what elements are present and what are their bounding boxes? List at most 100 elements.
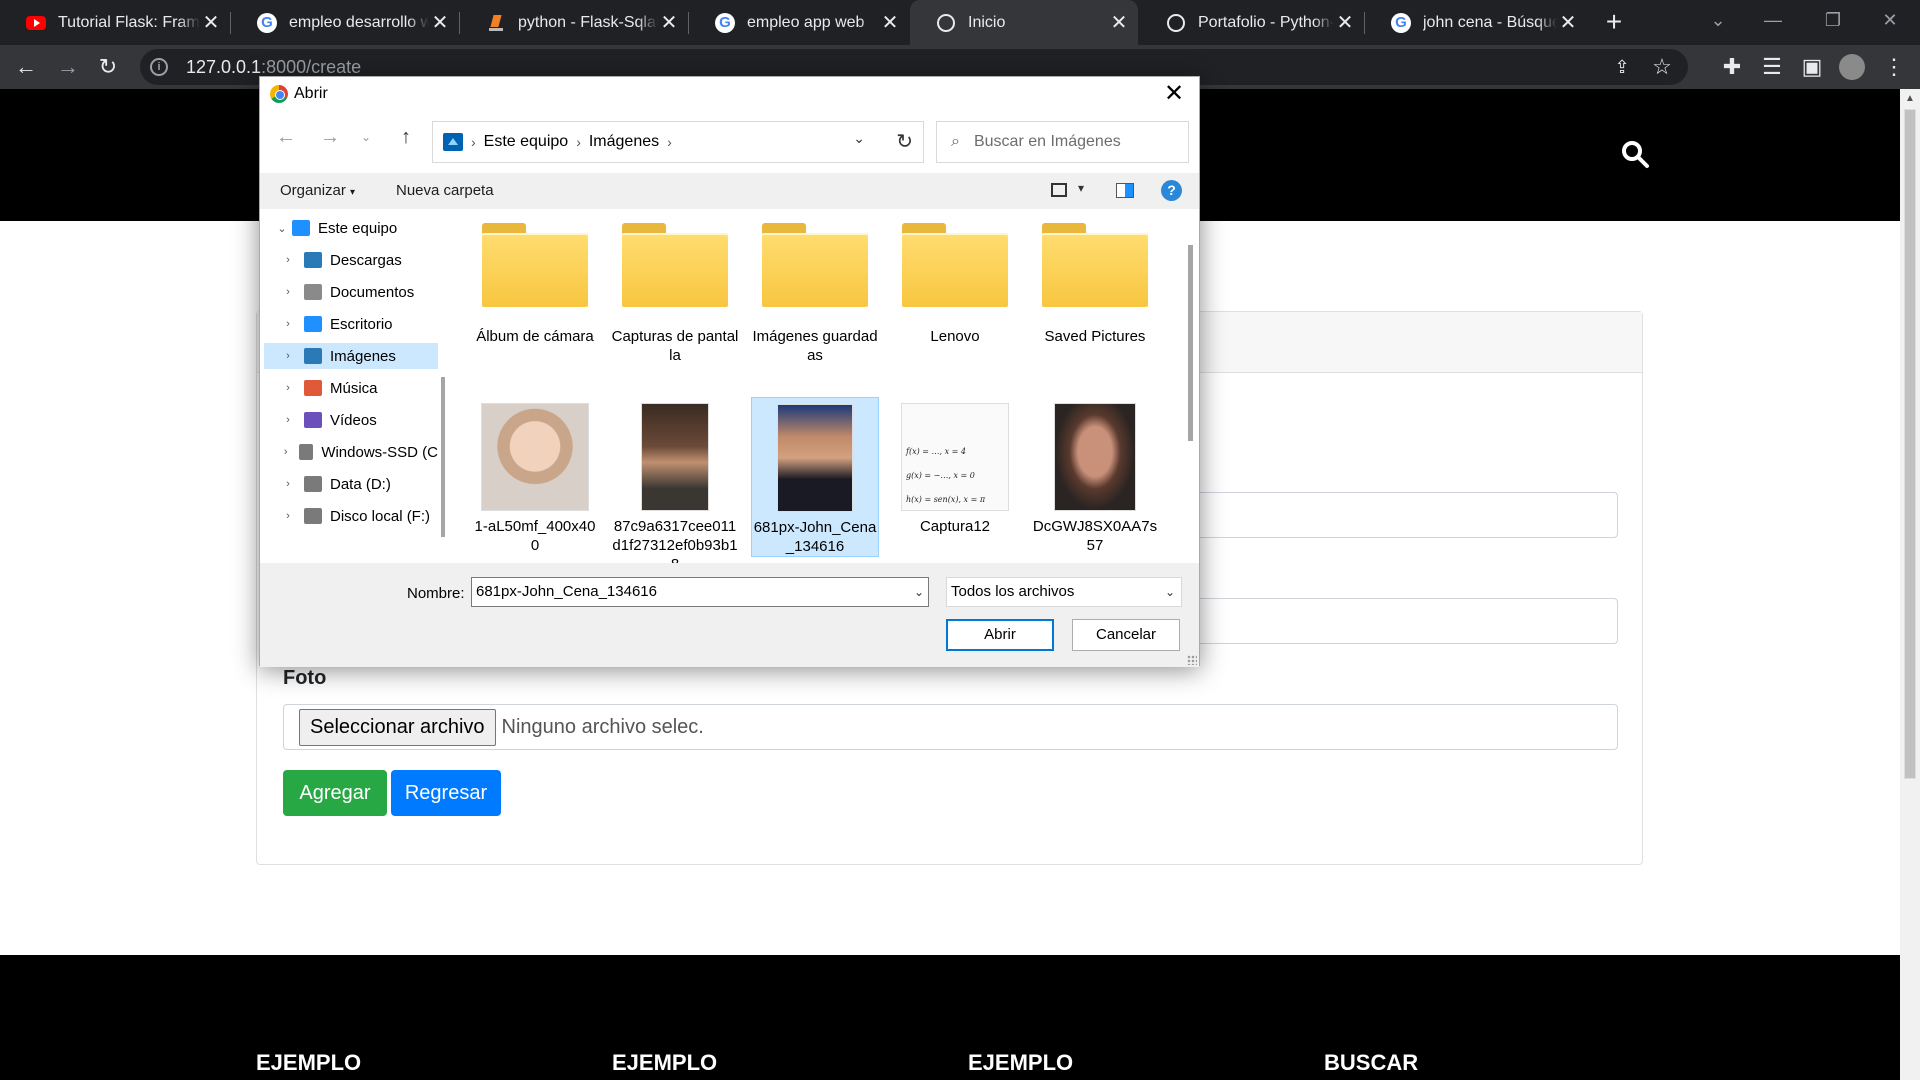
navigation-pane-scrollbar[interactable]	[441, 377, 445, 537]
tab-python-flask-sqlalchemy[interactable]: python - Flask-Sqlalch ✕	[460, 0, 688, 45]
folder-item[interactable]: Saved Pictures	[1031, 223, 1159, 346]
extensions-icon[interactable]: ✚	[1716, 51, 1748, 83]
folder-item[interactable]: Imágenes guardadas	[751, 223, 879, 365]
folder-item[interactable]: Capturas de pantalla	[611, 223, 739, 365]
close-icon[interactable]: ✕	[1159, 79, 1189, 109]
chevron-right-icon[interactable]: ›	[278, 318, 298, 330]
image-file-item[interactable]: DcGWJ8SX0AA7s57	[1031, 397, 1159, 555]
image-file-item[interactable]: 681px-John_Cena_134616	[751, 397, 879, 557]
chevron-right-icon[interactable]: ›	[278, 446, 293, 458]
chevron-right-icon[interactable]: ›	[278, 286, 298, 298]
image-file-item[interactable]: 87c9a6317cee011d1f27312ef0b93b18	[611, 397, 739, 563]
up-arrow-icon[interactable]: ↑	[392, 123, 420, 151]
tab-empleo-desarrollo[interactable]: G empleo desarrollo we ✕	[231, 0, 459, 45]
image-file-item[interactable]: f(x) = …, x = 4 g(x) = −…, x = 0 h(x) = se…	[891, 397, 1019, 536]
window-close-button[interactable]: ✕	[1862, 0, 1918, 40]
agregar-button[interactable]: Agregar	[283, 770, 387, 816]
tab-john-cena-busqueda[interactable]: G john cena - Búsqueda ✕	[1365, 0, 1587, 45]
file-type-select[interactable]: Todos los archivos ⌄	[946, 577, 1182, 607]
side-panel-icon[interactable]: ▣	[1796, 51, 1828, 83]
regresar-button[interactable]: Regresar	[391, 770, 501, 816]
media-control-icon[interactable]: ☰	[1756, 51, 1788, 83]
chevron-right-icon[interactable]: ›	[278, 414, 298, 426]
close-icon[interactable]: ✕	[429, 10, 451, 35]
chevron-right-icon[interactable]: ›	[278, 254, 298, 266]
scroll-up-arrow-icon[interactable]: ▲	[1905, 93, 1915, 104]
refresh-icon[interactable]: ↻	[896, 129, 913, 154]
chevron-right-icon[interactable]: ›	[278, 478, 298, 490]
chevron-down-icon[interactable]: ⌄	[853, 130, 865, 147]
bookmark-star-icon[interactable]: ☆	[1646, 51, 1678, 83]
image-file-item[interactable]: 1-aL50mf_400x400	[471, 397, 599, 555]
preview-pane-icon[interactable]	[1116, 183, 1134, 198]
recent-locations-chevron-icon[interactable]: ⌄	[352, 123, 380, 151]
site-info-icon[interactable]: i	[150, 58, 168, 76]
chevron-down-icon[interactable]: ⌄	[272, 222, 292, 235]
tree-item[interactable]: › Descargas	[264, 247, 438, 273]
tree-item[interactable]: › Documentos	[264, 279, 438, 305]
minimize-button[interactable]: —	[1745, 0, 1801, 40]
organizar-menu-button[interactable]: Organizar ▾	[280, 182, 355, 199]
tree-item[interactable]: › Data (D:)	[264, 471, 438, 497]
tree-item[interactable]: › Música	[264, 375, 438, 401]
close-icon[interactable]: ✕	[879, 10, 901, 35]
menu-kebab-icon[interactable]: ⋮	[1878, 51, 1910, 83]
tab-title: Tutorial Flask: Framew	[58, 13, 200, 31]
cancelar-button[interactable]: Cancelar	[1072, 619, 1180, 651]
abrir-button[interactable]: Abrir	[946, 619, 1054, 651]
back-arrow-icon[interactable]: ←	[272, 123, 300, 151]
url-text[interactable]: 127.0.0.1:8000/create	[186, 57, 361, 78]
search-icon[interactable]	[1620, 139, 1650, 169]
profile-avatar[interactable]	[1836, 51, 1868, 83]
page-scrollbar[interactable]: ▲	[1900, 89, 1920, 1080]
close-icon[interactable]: ✕	[1557, 10, 1579, 35]
tree-item[interactable]: › Windows-SSD (C	[264, 439, 438, 465]
close-icon[interactable]: ✕	[658, 10, 680, 35]
view-mode-icon[interactable]	[1051, 183, 1067, 197]
address-breadcrumb[interactable]: › Este equipo › Imágenes › ⌄ ↻	[432, 121, 924, 163]
select-file-button[interactable]: Seleccionar archivo	[299, 708, 496, 746]
close-icon[interactable]: ✕	[200, 10, 222, 35]
chevron-right-icon[interactable]: ›	[471, 134, 476, 150]
tab-inicio[interactable]: Inicio ✕	[910, 0, 1138, 45]
folder-item[interactable]: Álbum de cámara	[471, 223, 599, 346]
tree-item[interactable]: ⌄ Este equipo	[264, 215, 438, 241]
tab-search-chevron-icon[interactable]: ⌄	[1690, 0, 1746, 40]
tree-item[interactable]: › Escritorio	[264, 311, 438, 337]
forward-arrow-icon[interactable]: →	[52, 51, 84, 83]
tree-item[interactable]: › Vídeos	[264, 407, 438, 433]
close-icon[interactable]: ✕	[1108, 10, 1130, 35]
nueva-carpeta-button[interactable]: Nueva carpeta	[396, 182, 494, 199]
photo-thumbnail-john-cena	[777, 404, 853, 512]
breadcrumb-imagenes[interactable]: Imágenes	[589, 133, 659, 151]
tab-empleo-app-web[interactable]: G empleo app web ✕	[689, 0, 909, 45]
new-tab-button[interactable]: +	[1598, 6, 1630, 38]
folder-item[interactable]: Lenovo	[891, 223, 1019, 346]
caret-down-icon[interactable]: ▾	[1078, 181, 1084, 195]
chevron-down-icon[interactable]: ⌄	[914, 578, 924, 606]
resize-grip-icon[interactable]	[1187, 655, 1197, 665]
search-input[interactable]: ⌕ Buscar en Imágenes	[936, 121, 1189, 163]
reload-icon[interactable]: ↻	[92, 51, 124, 83]
breadcrumb-este-equipo[interactable]: Este equipo	[484, 133, 569, 151]
tree-item[interactable]: › Disco local (F:)	[264, 503, 438, 529]
chevron-right-icon[interactable]: ›	[667, 134, 672, 150]
chevron-right-icon[interactable]: ›	[576, 134, 581, 150]
chevron-right-icon[interactable]: ›	[278, 510, 298, 522]
chevron-right-icon[interactable]: ›	[278, 382, 298, 394]
close-icon[interactable]: ✕	[1334, 10, 1356, 35]
file-list-scrollbar[interactable]	[1188, 245, 1193, 441]
back-arrow-icon[interactable]: ←	[10, 51, 42, 83]
tab-portafolio[interactable]: Portafolio - Python-Fl ✕	[1140, 0, 1364, 45]
share-icon[interactable]: ⇪	[1606, 51, 1638, 83]
filename-input[interactable]: 681px-John_Cena_134616 ⌄	[471, 577, 929, 607]
scrollbar-thumb[interactable]	[1904, 109, 1916, 779]
help-icon[interactable]: ?	[1161, 180, 1182, 201]
file-input[interactable]: Seleccionar archivo Ninguno archivo sele…	[283, 704, 1618, 750]
drive-icon	[304, 476, 322, 492]
tab-tutorial-flask[interactable]: Tutorial Flask: Framew ✕	[0, 0, 230, 45]
restore-button[interactable]: ❐	[1805, 0, 1861, 40]
tree-item[interactable]: › Imágenes	[264, 343, 438, 369]
chevron-right-icon[interactable]: ›	[278, 350, 298, 362]
forward-arrow-icon[interactable]: →	[316, 123, 344, 151]
